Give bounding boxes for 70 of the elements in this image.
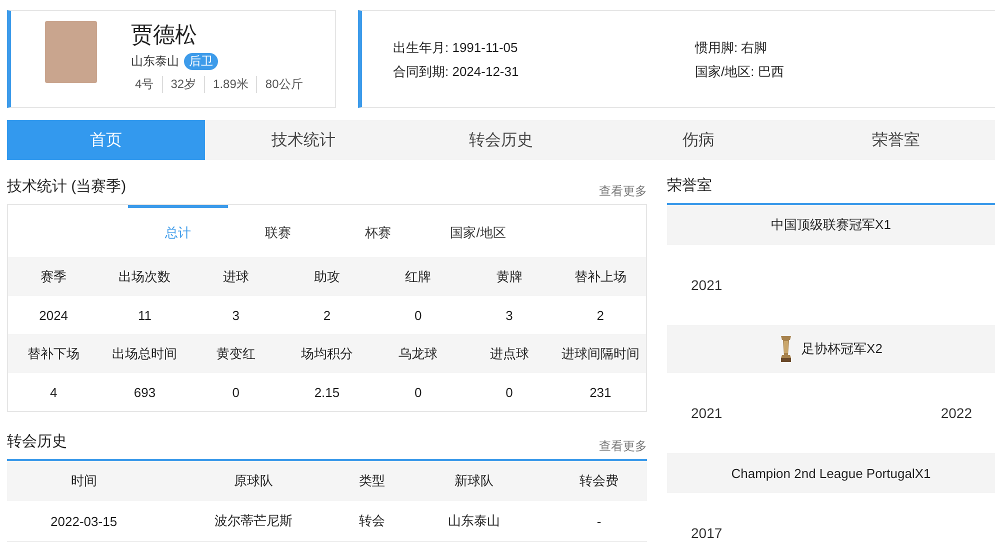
more-link[interactable]: 查看更多 [599,438,647,459]
column-header: 场均积分 [281,334,373,373]
player-fact: 32岁 [162,76,204,93]
table-cell: 山东泰山 [397,501,551,542]
column-header: 进点球 [464,334,555,373]
player-fact: 80公斤 [256,76,311,93]
honor-title: 足协杯冠军X2 [802,340,882,358]
table-cell: 4 [8,373,100,411]
honor-year: 2017 [691,525,722,541]
table-cell: 波尔蒂芒尼斯 [160,501,346,542]
column-header: 替补上场 [554,257,646,296]
table-cell: 11 [99,296,190,334]
table-cell: 693 [99,373,190,411]
honor-year: 2021 [691,277,722,293]
table-cell: 2 [281,296,373,334]
player-fact: 1.89米 [204,76,256,93]
nav-tab[interactable]: 技术统计 [204,120,402,160]
table-cell: 2 [554,296,646,334]
player-name: 贾德松 [131,21,198,49]
filter-tab[interactable]: 国家/地区 [428,205,528,257]
column-header: 黄变红 [190,334,282,373]
section-title: 技术统计 (当赛季) [7,177,126,197]
player-fact: 4号 [134,76,155,93]
nav-tab[interactable]: 转会历史 [402,120,600,160]
honor-year: 2021 [691,405,722,421]
column-header: 新球队 [397,461,551,501]
column-header: 黄牌 [464,257,555,296]
info-text: 国家/地区: 巴西 [695,63,785,81]
trophy-icon [780,335,792,363]
column-header: 进球 [190,257,282,296]
honor-year: 2022 [940,405,972,421]
column-header: 赛季 [8,257,100,296]
table-cell: 0 [372,373,464,411]
column-header: 出场总时间 [99,334,190,373]
team-name: 山东泰山 [131,53,179,70]
honor-title: 中国顶级联赛冠军X1 [771,216,891,234]
nav-tab[interactable]: 荣誉室 [797,120,995,160]
table-cell: 3 [190,296,282,334]
column-header: 进球间隔时间 [554,334,646,373]
table-cell: 0 [372,296,464,334]
filter-tab[interactable]: 杯赛 [328,205,428,257]
table-cell: 0 [464,373,555,411]
column-header: 乌龙球 [372,334,464,373]
nav-tab[interactable]: 伤病 [600,120,798,160]
section-title: 荣誉室 [667,176,712,196]
info-text: 惯用脚: 右脚 [695,39,768,57]
more-link[interactable]: 查看更多 [599,183,647,204]
column-header: 红牌 [372,257,464,296]
honor-title: Champion 2nd League PortugalX1 [731,466,931,480]
column-header: 转会费 [550,461,647,501]
table-cell: 2024 [8,296,100,334]
column-header: 时间 [7,461,161,501]
section-title: 转会历史 [7,432,67,452]
column-header: 类型 [346,461,398,501]
filter-tab[interactable]: 联赛 [228,205,328,257]
table-cell: 0 [190,373,282,411]
info-text: 合同到期: 2024-12-31 [393,63,520,81]
photo-placeholder [45,21,97,83]
column-header: 助攻 [281,257,373,296]
column-header: 替补下场 [8,334,100,373]
table-cell: - [550,501,647,542]
position-badge: 后卫 [184,53,218,70]
table-cell: 231 [554,373,646,411]
column-header: 出场次数 [99,257,190,296]
table-cell: 2022-03-15 [7,501,161,542]
table-cell: 2.15 [281,373,373,411]
info-text: 出生年月: 1991-11-05 [393,39,519,57]
table-cell: 转会 [346,501,398,542]
column-header: 原球队 [160,461,346,501]
table-cell: 3 [464,296,555,334]
